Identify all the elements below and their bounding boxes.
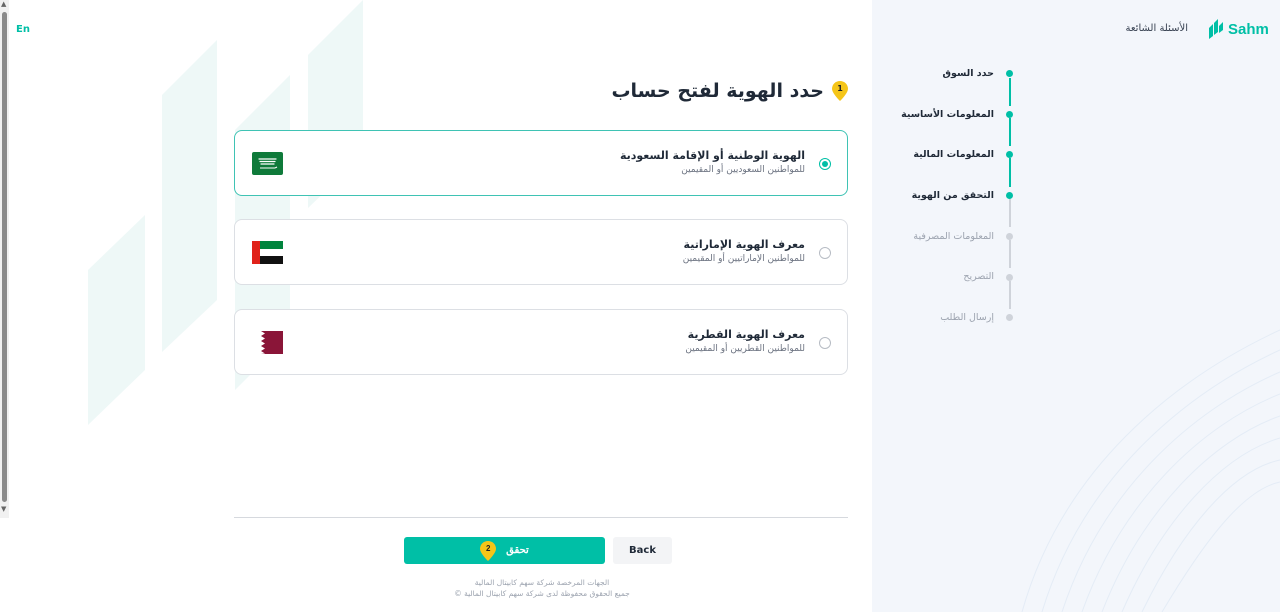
step-connector [1009, 281, 1011, 309]
saudi-flag-icon [252, 152, 283, 175]
option-subtitle: للمواطنين الإماراتيين أو المقيمين [682, 254, 805, 264]
page-scrollbar[interactable]: ▲ ▼ [0, 0, 9, 518]
step-dot [1006, 314, 1013, 321]
radio-qatar[interactable] [819, 337, 831, 349]
footer-line-2: جميع الحقوق محفوظة لدى شركة سهم كابيتال … [454, 589, 630, 598]
option-card-saudi[interactable]: الهوية الوطنية أو الإقامة السعودية للموا… [234, 130, 848, 196]
step-connector [1009, 199, 1011, 227]
step-badge-1: 1 [832, 81, 848, 101]
footer: الجهات المرخصة شركة سهم كابيتال المالية … [420, 577, 664, 599]
scroll-thumb[interactable] [2, 12, 7, 502]
option-subtitle: للمواطنين القطريين أو المقيمين [685, 344, 805, 354]
step-label: التحقق من الهوية [911, 190, 994, 201]
step-dot [1006, 70, 1013, 77]
verify-button-label: تحقق [506, 545, 529, 556]
verify-button[interactable]: 2 تحقق [404, 537, 605, 564]
step-connector [1009, 78, 1011, 106]
step-dot [1006, 233, 1013, 240]
step-connector [1009, 118, 1011, 146]
title-row: حدد الهوية لفتح حساب 1 [611, 80, 848, 102]
divider [234, 517, 848, 518]
option-card-uae[interactable]: معرف الهوية الإماراتية للمواطنين الإمارا… [234, 219, 848, 285]
option-subtitle: للمواطنين السعوديين أو المقيمين [681, 165, 805, 175]
option-card-qatar[interactable]: معرف الهوية القطرية للمواطنين القطريين أ… [234, 309, 848, 375]
progress-stepper: حدد السوق المعلومات الأساسية المعلومات ا… [872, 0, 1280, 340]
uae-flag-icon [252, 241, 283, 264]
step-label: المعلومات المصرفية [913, 231, 994, 242]
step-label: حدد السوق [942, 68, 994, 79]
back-button[interactable]: Back [613, 537, 672, 564]
option-title: الهوية الوطنية أو الإقامة السعودية [619, 149, 805, 162]
radio-uae[interactable] [819, 247, 831, 259]
step-dot [1006, 111, 1013, 118]
option-title: معرف الهوية الإماراتية [683, 238, 805, 251]
step-dot [1006, 274, 1013, 281]
footer-line-1: الجهات المرخصة شركة سهم كابيتال المالية [474, 578, 610, 587]
step-dot [1006, 192, 1013, 199]
option-title: معرف الهوية القطرية [687, 328, 805, 341]
radio-saudi[interactable] [819, 158, 831, 170]
step-connector [1009, 158, 1011, 187]
step-label: المعلومات المالية [913, 149, 994, 160]
step-label: المعلومات الأساسية [901, 109, 994, 120]
step-connector [1009, 240, 1011, 268]
qatar-flag-icon [252, 331, 283, 354]
step-dot [1006, 151, 1013, 158]
step-badge-2: 2 [480, 540, 497, 561]
scroll-up-arrow-icon[interactable]: ▲ [1, 1, 6, 8]
page-title: حدد الهوية لفتح حساب [611, 80, 824, 102]
language-toggle[interactable]: En [16, 24, 30, 35]
scroll-down-arrow-icon[interactable]: ▼ [1, 506, 6, 513]
step-label: التصريح [963, 271, 994, 282]
right-panel: Sahm الأسئلة الشائعة حدد السوق المعلومات… [872, 0, 1280, 612]
step-label: إرسال الطلب [940, 312, 994, 323]
